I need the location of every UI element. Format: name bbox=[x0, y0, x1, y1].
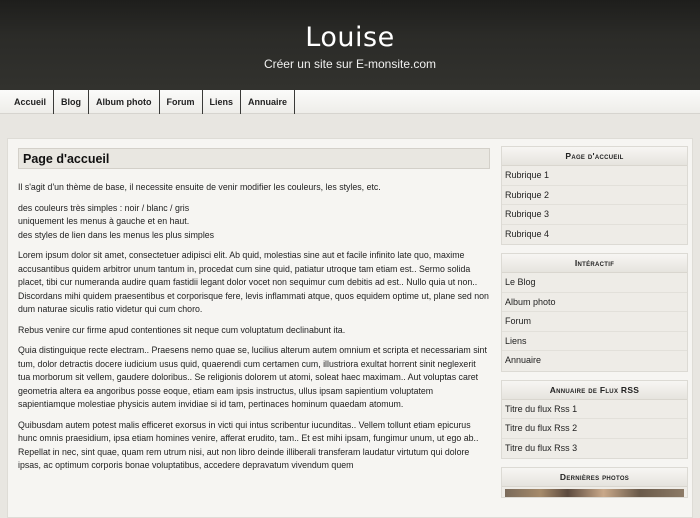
sidebar-box-title: Intéractif bbox=[502, 254, 687, 273]
nav-item-blog[interactable]: Blog bbox=[54, 90, 90, 114]
site-title[interactable]: Louise bbox=[0, 0, 700, 54]
sidebar-item-forum[interactable]: Forum bbox=[502, 312, 687, 332]
sidebar-item-album-photo[interactable]: Album photo bbox=[502, 293, 687, 312]
sidebar-item-rubrique-2[interactable]: Rubrique 2 bbox=[502, 186, 687, 205]
sidebar: Page d'accueil Rubrique 1 Rubrique 2 Rub… bbox=[501, 146, 688, 506]
sidebar-item-rss-1[interactable]: Titre du flux Rss 1 bbox=[502, 400, 687, 419]
content-area: Page d'accueil Il s'agit d'un thème de b… bbox=[18, 148, 490, 480]
sidebar-item-rubrique-1[interactable]: Rubrique 1 bbox=[502, 166, 687, 186]
style-note-links: des styles de lien dans les menus les pl… bbox=[18, 229, 215, 240]
sidebar-box-interactif: Intéractif Le Blog Album photo Forum Lie… bbox=[501, 253, 688, 372]
sidebar-item-liens[interactable]: Liens bbox=[502, 332, 687, 351]
nav-item-forum[interactable]: Forum bbox=[160, 90, 203, 114]
nav-item-accueil[interactable]: Accueil bbox=[7, 90, 55, 114]
sidebar-box-title: Annuaire de Flux RSS bbox=[502, 380, 687, 400]
sidebar-item-rss-3[interactable]: Titre du flux Rss 3 bbox=[502, 439, 687, 459]
main-container: Page d'accueil Il s'agit d'un thème de b… bbox=[7, 138, 693, 518]
lorem-paragraph-2: Rebus venire cur firme apud contentiones… bbox=[18, 324, 346, 335]
sidebar-item-blog[interactable]: Le Blog bbox=[502, 273, 687, 293]
sidebar-box-rss: Annuaire de Flux RSS Titre du flux Rss 1… bbox=[501, 379, 688, 459]
sidebar-box-accueil: Page d'accueil Rubrique 1 Rubrique 2 Rub… bbox=[501, 146, 688, 245]
nav-item-annuaire[interactable]: Annuaire bbox=[241, 90, 296, 114]
lorem-paragraph-1: Lorem ipsum dolor sit amet, consectetuer… bbox=[18, 250, 489, 314]
sidebar-box-title: Dernières photos bbox=[502, 468, 687, 487]
style-note-menus: uniquement les menus à gauche et en haut… bbox=[18, 216, 190, 226]
sidebar-item-rubrique-3[interactable]: Rubrique 3 bbox=[502, 205, 687, 225]
sidebar-box-photos: Dernières photos bbox=[501, 467, 688, 498]
photo-thumbnails[interactable] bbox=[505, 489, 684, 497]
top-nav: Accueil Blog Album photo Forum Liens Ann… bbox=[0, 90, 700, 114]
sidebar-item-rss-2[interactable]: Titre du flux Rss 2 bbox=[502, 419, 687, 439]
style-notes: des couleurs très simples : noir / blanc… bbox=[18, 202, 490, 243]
lorem-paragraph-3: Quia distinguique recte electram.. Praes… bbox=[18, 345, 487, 409]
nav-item-liens[interactable]: Liens bbox=[203, 90, 242, 114]
sidebar-item-annuaire[interactable]: Annuaire bbox=[502, 351, 687, 371]
sidebar-item-rubrique-4[interactable]: Rubrique 4 bbox=[502, 225, 687, 245]
page-title: Page d'accueil bbox=[18, 148, 490, 169]
lorem-paragraph-4: Quibusdam autem potest malis efficeret e… bbox=[18, 419, 479, 471]
style-note-colors: des couleurs très simples : noir / blanc… bbox=[18, 202, 190, 213]
intro-paragraph: Il s'agit d'un thème de base, il necessi… bbox=[18, 182, 381, 192]
site-header: Louise Créer un site sur E-monsite.com bbox=[0, 0, 700, 90]
site-tagline[interactable]: Créer un site sur E-monsite.com bbox=[0, 57, 700, 71]
sidebar-box-title: Page d'accueil bbox=[502, 147, 687, 166]
nav-item-album-photo[interactable]: Album photo bbox=[89, 90, 160, 114]
